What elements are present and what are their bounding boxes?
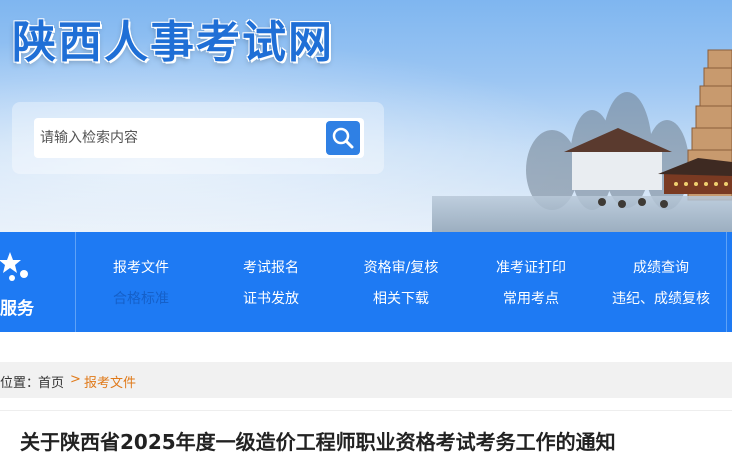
nav-item-certificate-issue[interactable]: 证书发放 (206, 288, 336, 308)
star-icon (0, 252, 28, 281)
breadcrumb-prefix: 位置： (0, 376, 40, 391)
article-title: 关于陕西省2025年度一级造价工程师职业资格考试考务工作的通知 (20, 430, 616, 454)
search-box (34, 118, 364, 158)
nav-item-exam-registration[interactable]: 考试报名 (206, 257, 336, 277)
nav-item-passing-standard[interactable]: 合格标准 (76, 288, 206, 308)
breadcrumb: 位置： 首页 > 报考文件 (0, 362, 732, 398)
site-title: 陕西人事考试网 (12, 17, 334, 68)
nav-item-downloads[interactable]: 相关下载 (336, 288, 466, 308)
header-banner: 陕西人事考试网 (0, 0, 732, 232)
content-divider (0, 410, 732, 411)
nav-divider (726, 232, 732, 332)
service-label: 服务 (0, 299, 34, 319)
service-section[interactable]: 服务 (0, 232, 76, 332)
nav-item-admission-ticket[interactable]: 准考证打印 (466, 257, 596, 277)
search-icon (332, 127, 354, 149)
nav-item-qualification-review[interactable]: 资格审/复核 (336, 257, 466, 277)
nav-item-violation-review[interactable]: 违纪、成绩复核 (596, 288, 726, 308)
breadcrumb-home-link[interactable]: 首页 (38, 372, 64, 391)
search-input[interactable] (34, 118, 318, 158)
pagoda-scenery-image (432, 49, 732, 232)
breadcrumb-separator: > (70, 372, 81, 387)
search-button[interactable] (326, 121, 360, 155)
breadcrumb-current-link[interactable]: 报考文件 (84, 372, 136, 391)
main-nav: 服务 报考文件 考试报名 资格审/复核 准考证打印 成绩查询 合格标准 证书发放… (0, 232, 732, 332)
nav-item-score-query[interactable]: 成绩查询 (596, 257, 726, 277)
nav-item-exam-documents[interactable]: 报考文件 (76, 257, 206, 277)
nav-item-exam-sites[interactable]: 常用考点 (466, 288, 596, 308)
